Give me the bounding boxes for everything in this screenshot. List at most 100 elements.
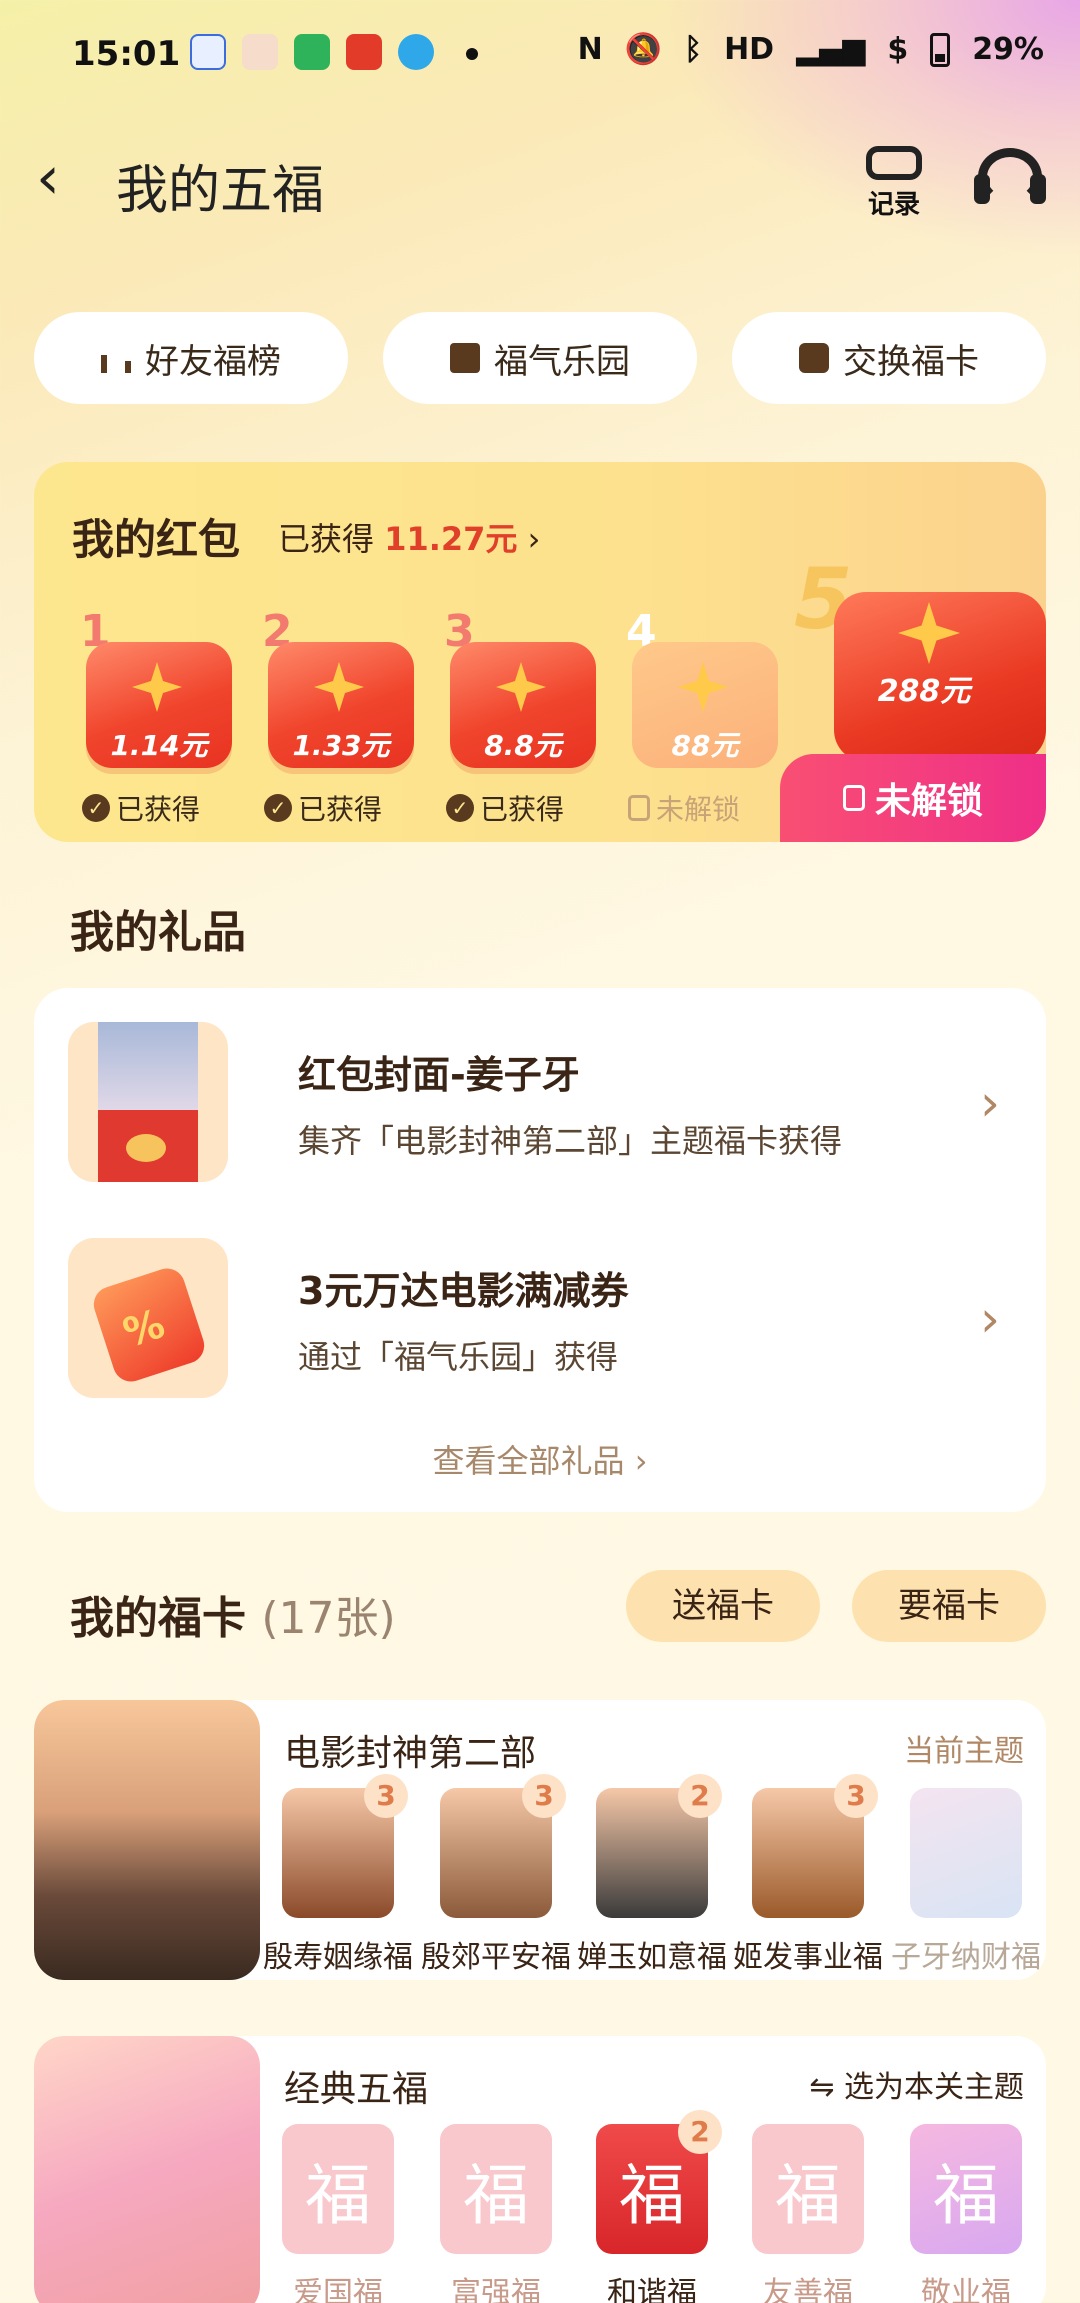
chevron-right-icon: › <box>980 1074 1000 1132</box>
status-bar: 15:01 N 🔕 ᛒ HD ▂▄▆ $ 29% <box>0 0 1080 110</box>
bluetooth-icon: ᛒ <box>684 32 703 67</box>
card-count-badge: 3 <box>364 1774 408 1818</box>
red-packet-title: 我的红包 <box>72 515 241 564</box>
fuka-card-chanyu[interactable]: 2 <box>596 1774 722 1918</box>
gift-title: 红包封面-姜子牙 <box>298 1053 580 1097</box>
movie-theme-cover <box>34 1700 260 1980</box>
coupon-thumbnail: % <box>68 1238 228 1398</box>
customer-service-headset-icon[interactable] <box>974 144 1046 216</box>
fuka-card-yinshou[interactable]: 3 <box>282 1774 408 1918</box>
check-icon: ✓ <box>82 794 110 822</box>
records-button[interactable]: 记录 <box>856 146 932 220</box>
card-count-badge: 2 <box>678 1774 722 1818</box>
more-dot-icon <box>466 48 478 60</box>
fu-glyph: 福 <box>933 2157 999 2234</box>
fuka-card-youshan[interactable]: 福 <box>752 2124 864 2254</box>
request-fuka-button[interactable]: 要福卡 <box>852 1570 1046 1642</box>
theme-name: 经典五福 <box>284 2069 429 2110</box>
red-packet-earned[interactable]: 已获得 11.27元 › <box>278 514 540 560</box>
fuka-card-hexie[interactable]: 福 2 <box>596 2110 722 2254</box>
signal-icon: ▂▄▆ <box>796 32 866 67</box>
card-count-badge: 2 <box>678 2110 722 2154</box>
hd-icon: HD <box>724 32 775 67</box>
exchange-cards-button[interactable]: 交换福卡 <box>732 312 1046 404</box>
chevron-right-icon: › <box>527 520 541 558</box>
card-label: 爱国福 <box>293 2276 383 2303</box>
card-label: 友善福 <box>763 2276 853 2303</box>
earned-amount: 11.27元 <box>384 520 518 558</box>
theme-card-classic[interactable]: 经典五福 ⇋ 选为本关主题 福 爱国福 福 富强福 福 2 和谐福 福 友善福 … <box>34 2036 1046 2303</box>
page-title: 我的五福 <box>116 161 325 221</box>
shield-icon: $ <box>887 32 909 67</box>
play-icon <box>799 343 829 373</box>
dog-app-icon <box>242 34 278 70</box>
friends-ranking-label: 好友福榜 <box>145 341 281 382</box>
fu-glyph: 福 <box>775 2157 841 2234</box>
check-icon: ✓ <box>264 794 292 822</box>
card-label: 姬发事业福 <box>733 1940 883 1975</box>
fortune-park-label: 福气乐园 <box>494 341 630 382</box>
theme-name: 电影封神第二部 <box>284 1733 537 1774</box>
classic-theme-cover <box>34 2036 260 2303</box>
exchange-cards-label: 交换福卡 <box>843 341 979 382</box>
status-time: 15:01 <box>72 34 181 74</box>
packet-step-3[interactable]: 3 8.8元 ✓ 已获得 <box>438 606 598 826</box>
lock-icon <box>628 795 650 821</box>
qq-app-icon <box>398 34 434 70</box>
lock-icon <box>842 785 865 811</box>
chat-app-icon <box>294 34 330 70</box>
card-label: 子牙纳财福 <box>891 1940 1041 1975</box>
chevron-right-icon: › <box>634 1442 648 1480</box>
packet-step-1[interactable]: 1 1.14元 ✓ 已获得 <box>74 606 234 826</box>
big-red-packet-icon[interactable]: 288元 <box>834 592 1046 762</box>
fu-glyph: 福 <box>305 2157 371 2234</box>
card-label: 敬业福 <box>921 2276 1011 2303</box>
gifts-section-title: 我的礼品 <box>70 907 246 958</box>
nfc-icon: N <box>577 32 603 67</box>
gift-title: 3元万达电影满减券 <box>298 1269 629 1313</box>
baidu-app-icon <box>190 34 226 70</box>
theme-card-movie[interactable]: 电影封神第二部 当前主题 3 殷寿姻缘福 3 殷郊平安福 2 婵玉如意福 3 姬… <box>34 1700 1046 1980</box>
bar-chart-icon <box>101 343 131 373</box>
fu-glyph: 福 <box>619 2157 685 2234</box>
card-label: 富强福 <box>451 2276 541 2303</box>
records-label: 记录 <box>867 190 920 220</box>
locked-badge[interactable]: 未解锁 <box>780 754 1046 842</box>
mute-icon: 🔕 <box>624 32 663 67</box>
gift-item-cover[interactable]: 红包封面-姜子牙 集齐「电影封神第二部」主题福卡获得 › <box>68 1022 1012 1182</box>
card-label: 殷郊平安福 <box>421 1940 571 1975</box>
gift-subtitle: 集齐「电影封神第二部」主题福卡获得 <box>298 1122 843 1160</box>
packet-step-4[interactable]: 4 88元 未解锁 <box>620 606 780 826</box>
card-label: 殷寿姻缘福 <box>263 1940 413 1975</box>
fuka-card-yinjiao[interactable]: 3 <box>440 1774 566 1918</box>
fuka-card-aiguo[interactable]: 福 <box>282 2124 394 2254</box>
check-icon: ✓ <box>446 794 474 822</box>
fuka-card-ziya-locked[interactable] <box>910 1788 1022 1918</box>
red-packet-card[interactable]: 我的红包 已获得 11.27元 › 1 1.14元 ✓ 已获得 2 1.33元 ✓… <box>34 462 1046 842</box>
packet-step-2[interactable]: 2 1.33元 ✓ 已获得 <box>256 606 416 826</box>
select-theme-link[interactable]: ⇋ 选为本关主题 <box>809 2062 1024 2106</box>
fu-glyph: 福 <box>463 2157 529 2234</box>
friends-ranking-button[interactable]: 好友福榜 <box>34 312 348 404</box>
gift-subtitle: 通过「福气乐园」获得 <box>298 1338 619 1376</box>
send-fuka-button[interactable]: 送福卡 <box>626 1570 820 1642</box>
fuka-card-fuqiang[interactable]: 福 <box>440 2124 552 2254</box>
card-label: 婵玉如意福 <box>577 1940 727 1975</box>
battery-percent: 29% <box>972 32 1044 67</box>
battery-icon <box>930 32 951 67</box>
card-count-badge: 3 <box>834 1774 878 1818</box>
back-chevron-icon[interactable]: ‹ <box>36 148 80 208</box>
gift-item-coupon[interactable]: % 3元万达电影满减券 通过「福气乐园」获得 › <box>68 1238 1012 1398</box>
fuka-section-title: 我的福卡 (17张) <box>70 1593 396 1644</box>
fuka-card-jingye[interactable]: 福 <box>910 2124 1022 2254</box>
card-label: 和谐福 <box>607 2276 697 2303</box>
red-packet-cover-thumbnail <box>68 1022 228 1182</box>
fuka-count: (17张) <box>261 1593 396 1644</box>
red-packet-app-icon <box>346 34 382 70</box>
fuka-card-jifa[interactable]: 3 <box>752 1774 878 1918</box>
gifts-card: 红包封面-姜子牙 集齐「电影封神第二部」主题福卡获得 › % 3元万达电影满减券… <box>34 988 1046 1512</box>
card-count-badge: 3 <box>522 1774 566 1818</box>
fortune-park-button[interactable]: 福气乐园 <box>383 312 697 404</box>
chevron-right-icon: › <box>980 1290 1000 1348</box>
view-all-gifts-link[interactable]: 查看全部礼品 › <box>34 1436 1046 1482</box>
